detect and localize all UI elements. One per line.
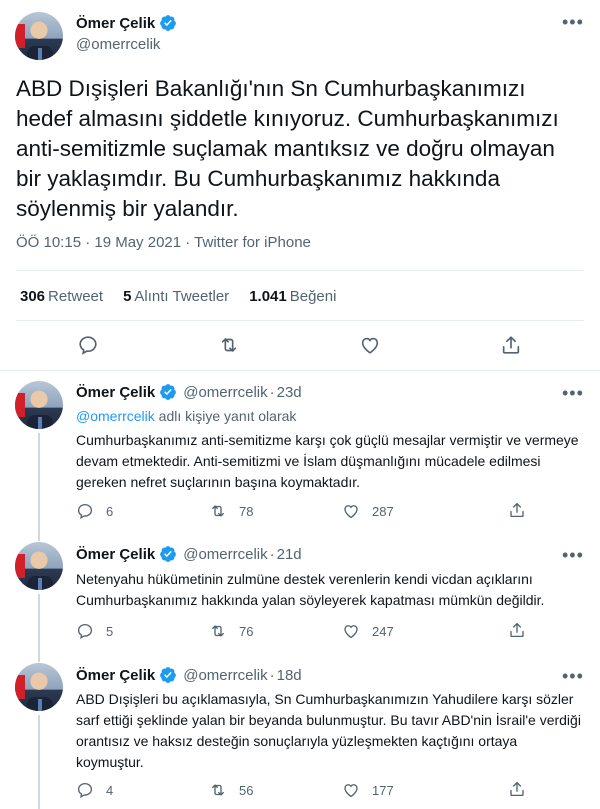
retweet-icon: [212, 505, 224, 517]
display-name[interactable]: Ömer Çelik: [76, 546, 155, 563]
reply-author-row[interactable]: Ömer Çelik @omerrcelik · 23d: [76, 383, 302, 401]
author-name-row[interactable]: Ömer Çelik: [76, 14, 177, 32]
share-icon[interactable]: [508, 501, 526, 519]
verified-badge-icon: [160, 384, 177, 400]
reply-time[interactable]: 18d: [277, 667, 302, 684]
reply-button[interactable]: 4: [76, 780, 209, 800]
thread-line: [38, 594, 40, 656]
retweet-count: 78: [239, 503, 254, 519]
reply-author-row[interactable]: Ömer Çelik @omerrcelik · 21d: [76, 545, 302, 563]
display-name[interactable]: Ömer Çelik: [76, 667, 155, 684]
reply-tweet[interactable]: Ömer Çelik @omerrcelik · 23d ••• @omerrc…: [0, 371, 600, 535]
reply-icon[interactable]: [77, 334, 99, 356]
reply-text: ABD Dışişleri bu açıklamasıyla, Sn Cumhu…: [76, 691, 581, 770]
thread-line: [38, 656, 40, 662]
reply-icon: [77, 623, 93, 640]
avatar[interactable]: [15, 381, 63, 429]
like-button[interactable]: 247: [342, 621, 475, 641]
avatar[interactable]: [15, 12, 63, 60]
likes-stat[interactable]: 1.041 Beğeni: [249, 288, 336, 305]
share-icon[interactable]: [508, 780, 526, 798]
thread-line: [38, 715, 40, 809]
reply-action-bar: 5 76 247: [76, 621, 576, 641]
tweet-meta: ÖÖ 10:15 · 19 May 2021 · Twitter for iPh…: [16, 234, 311, 251]
reply-icon: [77, 503, 93, 520]
replying-to: @omerrcelik adlı kişiye yanıt olarak: [76, 408, 297, 424]
retweet-icon: [212, 625, 224, 637]
author-handle[interactable]: @omerrcelik: [76, 36, 160, 53]
reply-time[interactable]: 23d: [277, 384, 302, 401]
like-icon: [344, 784, 358, 798]
avatar[interactable]: [15, 542, 63, 590]
reply-text: Cumhurbaşkanımız anti-semitizme karşı ço…: [76, 432, 579, 490]
separator-dot: ·: [269, 545, 275, 563]
quotes-stat[interactable]: 5 Alıntı Tweetler: [123, 288, 229, 305]
retweet-button[interactable]: 56: [209, 780, 342, 800]
more-options-icon[interactable]: •••: [562, 13, 584, 31]
reply-action-bar: 4 56 177: [76, 780, 576, 800]
retweet-button[interactable]: 76: [209, 621, 342, 641]
reply-count: 6: [106, 503, 114, 519]
tweet-source[interactable]: Twitter for iPhone: [194, 234, 311, 251]
tweet-stats: 306 Retweet 5 Alıntı Tweetler 1.041 Beğeni: [20, 288, 356, 305]
verified-badge-icon: [160, 15, 177, 31]
separator-dot: ·: [269, 383, 275, 401]
reply-count: 5: [106, 623, 114, 639]
tweet-timestamp[interactable]: ÖÖ 10:15 · 19 May 2021 ·: [16, 234, 194, 251]
like-count: 177: [372, 782, 394, 798]
more-options-icon[interactable]: •••: [562, 667, 584, 685]
author-handle[interactable]: @omerrcelik: [183, 667, 267, 684]
author-handle[interactable]: @omerrcelik: [183, 546, 267, 563]
display-name[interactable]: Ömer Çelik: [76, 15, 155, 32]
reply-text: Netenyahu hükümetinin zulmüne destek ver…: [76, 571, 545, 608]
reply-author-row[interactable]: Ömer Çelik @omerrcelik · 18d: [76, 666, 302, 684]
like-count: 287: [372, 503, 394, 519]
more-options-icon[interactable]: •••: [562, 384, 584, 402]
replying-to-mention[interactable]: @omerrcelik: [76, 408, 155, 424]
share-icon[interactable]: [508, 621, 526, 639]
like-icon: [344, 625, 358, 639]
retweet-count: 76: [239, 623, 254, 639]
reply-count: 4: [106, 782, 114, 798]
reply-tweet[interactable]: Ömer Çelik @omerrcelik · 21d ••• Netenya…: [0, 535, 600, 656]
divider: [16, 270, 584, 271]
main-action-bar: [0, 334, 600, 358]
like-icon: [344, 505, 358, 519]
author-handle[interactable]: @omerrcelik: [183, 384, 267, 401]
avatar[interactable]: [15, 663, 63, 711]
reply-button[interactable]: 5: [76, 621, 209, 641]
retweet-icon[interactable]: [218, 334, 240, 356]
thread-line: [38, 433, 40, 535]
more-options-icon[interactable]: •••: [562, 546, 584, 564]
reply-tweet[interactable]: Ömer Çelik @omerrcelik · 18d ••• ABD Dış…: [0, 656, 600, 809]
share-icon[interactable]: [500, 334, 522, 356]
display-name[interactable]: Ömer Çelik: [76, 384, 155, 401]
like-button[interactable]: 177: [342, 780, 475, 800]
like-count: 247: [372, 623, 394, 639]
tweet-text: ABD Dışişleri Bakanlığı'nın Sn Cumhurbaş…: [16, 76, 559, 221]
divider: [16, 320, 584, 321]
verified-badge-icon: [160, 667, 177, 683]
retweet-count: 56: [239, 782, 254, 798]
retweet-button[interactable]: 78: [209, 501, 342, 521]
verified-badge-icon: [160, 546, 177, 562]
like-icon[interactable]: [359, 334, 381, 356]
reply-icon: [77, 782, 93, 799]
retweets-stat[interactable]: 306 Retweet: [20, 288, 103, 305]
retweet-icon: [212, 784, 224, 796]
thread-line: [38, 535, 40, 541]
like-button[interactable]: 287: [342, 501, 475, 521]
reply-action-bar: 6 78 287: [76, 501, 576, 521]
reply-button[interactable]: 6: [76, 501, 209, 521]
reply-time[interactable]: 21d: [277, 546, 302, 563]
separator-dot: ·: [269, 666, 275, 684]
